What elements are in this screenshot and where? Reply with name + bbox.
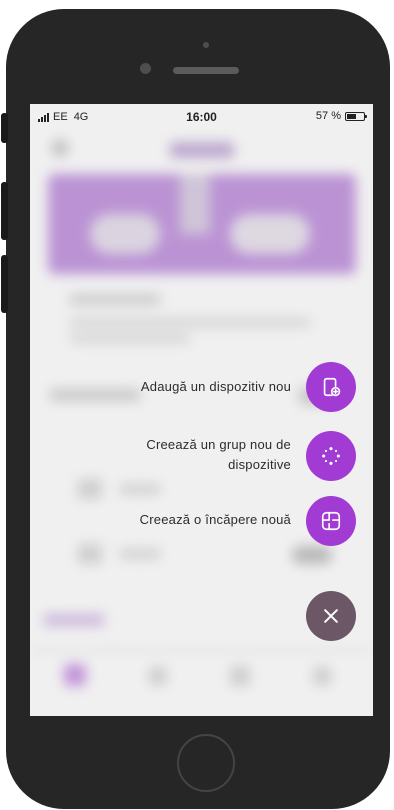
floor-plan-icon [321,511,341,531]
create-room-label[interactable]: Creează o încăpere nouă [140,510,291,530]
device-group-icon [322,447,340,465]
phone-screen: EE 4G 16:00 57 % Adaugă un dispozitiv no… [30,104,373,716]
create-group-label-line2: dispozitive [228,457,291,472]
earpiece-speaker [173,67,239,74]
front-camera [140,63,151,74]
create-group-label-line1: Creează un grup nou de [146,437,291,452]
create-group-label[interactable]: Creează un grup nou de dispozitive [146,435,291,475]
home-button[interactable] [177,734,235,792]
mute-switch [1,113,8,143]
close-icon [324,609,338,623]
battery-percentage: 57 % [315,110,341,122]
volume-down-button [1,255,8,313]
create-group-button[interactable] [306,431,356,481]
status-bar-right: 57 % [315,110,367,122]
battery-level-fill [347,113,357,119]
add-device-label[interactable]: Adaugă un dispozitiv nou [141,377,291,397]
proximity-sensor [203,42,209,48]
add-device-icon [323,377,341,397]
volume-up-button [1,182,8,240]
status-bar: EE 4G 16:00 57 % [30,104,373,130]
add-device-button[interactable] [306,362,356,412]
close-button[interactable] [306,591,356,641]
create-room-button[interactable] [306,496,356,546]
battery-icon [345,111,367,121]
